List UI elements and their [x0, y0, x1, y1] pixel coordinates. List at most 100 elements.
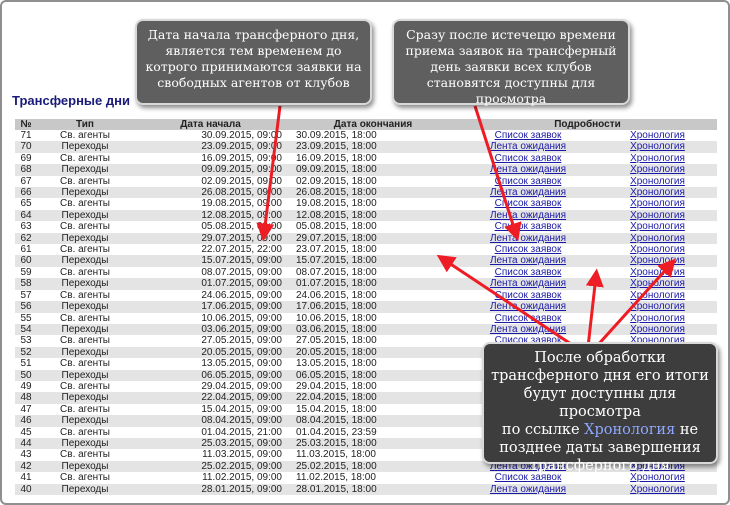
cell-type: Св. агенты	[37, 380, 133, 393]
chronology-link[interactable]: Хронология	[630, 164, 685, 175]
cell-num: 51	[15, 358, 37, 370]
callout-chronology-word: Хронология	[584, 422, 676, 438]
cell-type: Переходы	[37, 323, 133, 336]
chronology-link[interactable]: Хронология	[630, 255, 685, 266]
callout-text: не	[675, 422, 699, 438]
cell-start-date: 24.06.2015, 09:00	[133, 289, 288, 302]
chronology-link[interactable]: Хронология	[630, 187, 685, 198]
details-link[interactable]: Лента ожидания	[490, 164, 566, 175]
cell-start-date: 10.06.2015, 09:00	[133, 312, 288, 324]
cell-end-date: 20.05.2015, 18:00	[288, 346, 458, 359]
cell-chronology-link: Хронология	[598, 232, 717, 245]
cell-num: 49	[15, 380, 37, 393]
details-link[interactable]: Список заявок	[495, 290, 562, 301]
cell-type: Переходы	[37, 187, 133, 199]
cell-start-date: 06.05.2015, 09:00	[133, 369, 288, 381]
details-link[interactable]: Лента ожидания	[490, 233, 566, 244]
chronology-link[interactable]: Хронология	[630, 267, 685, 278]
cell-start-date: 13.05.2015, 09:00	[133, 358, 288, 370]
cell-start-date: 25.02.2015, 09:00	[133, 460, 288, 473]
details-link[interactable]: Список заявок	[495, 244, 562, 255]
cell-num: 48	[15, 392, 37, 404]
details-link[interactable]: Список заявок	[495, 267, 562, 278]
cell-num: 45	[15, 426, 37, 438]
chronology-link[interactable]: Хронология	[630, 278, 685, 289]
callout-line: трансферного дня его итоги	[491, 368, 709, 384]
chronology-link[interactable]: Хронология	[630, 301, 685, 312]
cell-type: Переходы	[37, 301, 133, 313]
cell-chronology-link: Хронология	[598, 164, 717, 176]
cell-details-link: Список заявок	[458, 244, 598, 256]
table-row: 54 Переходы 03.06.2015, 09:00 03.06.2015, 1…	[15, 323, 717, 336]
cell-end-date: 10.06.2015, 18:00	[288, 312, 458, 324]
chronology-link[interactable]: Хронология	[630, 290, 685, 301]
chronology-link[interactable]: Хронология	[630, 198, 685, 209]
cell-chronology-link: Хронология	[598, 152, 717, 165]
cell-start-date: 29.04.2015, 09:00	[133, 380, 288, 393]
cell-end-date: 30.09.2015, 18:00	[288, 130, 458, 142]
cell-start-date: 26.08.2015, 09:00	[133, 187, 288, 199]
details-link[interactable]: Список заявок	[495, 313, 562, 324]
cell-start-date: 12.08.2015, 09:00	[133, 209, 288, 222]
details-link[interactable]: Список заявок	[495, 198, 562, 209]
table-row: 61 Св. агенты 22.07.2015, 22:00 23.07.2015,…	[15, 244, 717, 256]
cell-chronology-link: Хронология	[598, 483, 717, 495]
cell-num: 69	[15, 152, 37, 165]
table-row: 59 Св. агенты 08.07.2015, 09:00 08.07.2015,…	[15, 266, 717, 279]
details-link[interactable]: Список заявок	[495, 130, 562, 141]
details-link[interactable]: Список заявок	[495, 221, 562, 232]
header-end: Дата окончания	[288, 119, 458, 130]
details-link[interactable]: Лента ожидания	[490, 278, 566, 289]
cell-start-date: 05.08.2015, 09:00	[133, 221, 288, 233]
cell-num: 55	[15, 312, 37, 324]
cell-end-date: 27.05.2015, 18:00	[288, 335, 458, 347]
table-row: 64 Переходы 12.08.2015, 09:00 12.08.2015, 1…	[15, 209, 717, 222]
chronology-link[interactable]: Хронология	[630, 130, 685, 141]
chronology-link[interactable]: Хронология	[630, 210, 685, 221]
details-link[interactable]: Лента ожидания	[490, 324, 566, 335]
cell-end-date: 24.06.2015, 18:00	[288, 289, 458, 302]
details-link[interactable]: Лента ожидания	[490, 301, 566, 312]
details-link[interactable]: Список заявок	[495, 176, 562, 187]
cell-end-date: 01.04.2015, 23:59	[288, 426, 458, 438]
cell-start-date: 17.06.2015, 09:00	[133, 301, 288, 313]
chronology-link[interactable]: Хронология	[630, 141, 685, 152]
cell-details-link: Лента ожидания	[458, 187, 598, 199]
cell-details-link: Лента ожидания	[458, 323, 598, 336]
cell-num: 71	[15, 130, 37, 142]
details-link[interactable]: Лента ожидания	[490, 187, 566, 198]
cell-end-date: 22.04.2015, 18:00	[288, 392, 458, 404]
cell-chronology-link: Хронология	[598, 323, 717, 336]
chronology-link[interactable]: Хронология	[630, 313, 685, 324]
cell-num: 52	[15, 346, 37, 359]
chronology-link[interactable]: Хронология	[630, 221, 685, 232]
chronology-link[interactable]: Хронология	[630, 324, 685, 335]
table-row: 71 Св. агенты 30.09.2015, 09:00 30.09.2015,…	[15, 130, 717, 142]
details-link[interactable]: Лента ожидания	[490, 210, 566, 221]
table-row: 69 Св. агенты 16.09.2015, 09:00 16.09.2015,…	[15, 152, 717, 165]
chronology-link[interactable]: Хронология	[630, 233, 685, 244]
cell-num: 63	[15, 221, 37, 233]
chronology-link[interactable]: Хронология	[630, 484, 685, 495]
cell-num: 68	[15, 164, 37, 176]
cell-start-date: 02.09.2015, 09:00	[133, 175, 288, 188]
details-link[interactable]: Лента ожидания	[490, 141, 566, 152]
details-link[interactable]: Список заявок	[495, 153, 562, 164]
cell-num: 50	[15, 369, 37, 381]
cell-type: Св. агенты	[37, 312, 133, 324]
table-row: 62 Переходы 29.07.2015, 09:00 29.07.2015, 1…	[15, 232, 717, 245]
cell-end-date: 12.08.2015, 18:00	[288, 209, 458, 222]
chronology-link[interactable]: Хронология	[630, 153, 685, 164]
table-row: 40 Переходы 28.01.2015, 09:00 28.01.2015, 1…	[15, 483, 717, 495]
cell-chronology-link: Хронология	[598, 266, 717, 279]
screenshot-frame: Трансферные дни № Тип Дата начала Дата о…	[0, 0, 730, 505]
details-link[interactable]: Лента ожидания	[490, 484, 566, 495]
chronology-link[interactable]: Хронология	[630, 244, 685, 255]
cell-chronology-link: Хронология	[598, 301, 717, 313]
cell-num: 58	[15, 278, 37, 290]
cell-end-date: 16.09.2015, 18:00	[288, 152, 458, 165]
cell-start-date: 16.09.2015, 09:00	[133, 152, 288, 165]
chronology-link[interactable]: Хронология	[630, 176, 685, 187]
details-link[interactable]: Лента ожидания	[490, 255, 566, 266]
cell-chronology-link: Хронология	[598, 187, 717, 199]
